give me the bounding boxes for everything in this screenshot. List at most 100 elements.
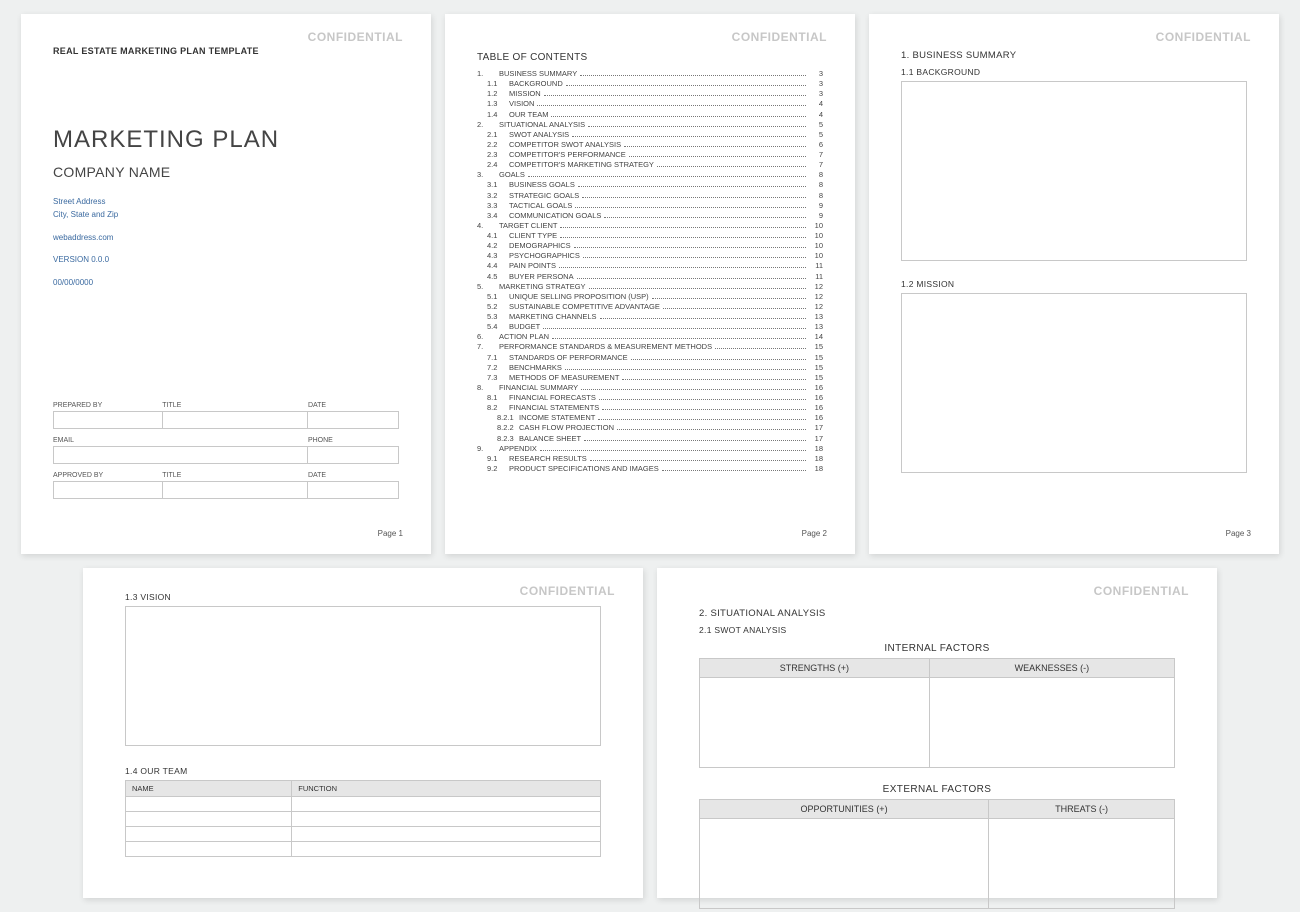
swot-strengths-cell[interactable] (700, 678, 930, 768)
toc-entry[interactable]: 3.4COMMUNICATION GOALS9 (477, 211, 823, 221)
background-box[interactable] (901, 81, 1247, 261)
toc-leader (560, 234, 806, 239)
toc-entry[interactable]: 1.1BACKGROUND3 (477, 79, 823, 89)
toc-entry[interactable]: 3.GOALS8 (477, 170, 823, 180)
prepared-title-cell[interactable] (162, 412, 307, 428)
toc-entry[interactable]: 1.BUSINESS SUMMARY3 (477, 69, 823, 79)
toc-entry[interactable]: 2.4COMPETITOR'S MARKETING STRATEGY7 (477, 160, 823, 170)
team-name-cell[interactable] (126, 797, 292, 812)
toc-page: 3 (809, 89, 823, 99)
toc-leader (565, 365, 806, 370)
toc-page: 10 (809, 251, 823, 261)
toc-entry[interactable]: 8.1FINANCIAL FORECASTS16 (477, 393, 823, 403)
toc-entry[interactable]: 7.3METHODS OF MEASUREMENT15 (477, 373, 823, 383)
prepared-by-cell[interactable] (53, 412, 162, 428)
team-name-cell[interactable] (126, 827, 292, 842)
toc-leader (624, 142, 806, 147)
swot-threats-cell[interactable] (989, 819, 1175, 909)
toc-label: STRATEGIC GOALS (509, 191, 579, 201)
toc-page: 10 (809, 221, 823, 231)
toc-page: 15 (809, 353, 823, 363)
toc-leader (560, 223, 806, 228)
swot-opportunities-cell[interactable] (700, 819, 989, 909)
toc-entry[interactable]: 4.4PAIN POINTS11 (477, 261, 823, 271)
toc-entry[interactable]: 4.3PSYCHOGRAPHICS10 (477, 251, 823, 261)
team-name-cell[interactable] (126, 812, 292, 827)
toc-entry[interactable]: 5.1UNIQUE SELLING PROPOSITION (USP)12 (477, 292, 823, 302)
toc-entry[interactable]: 8.2.2CASH FLOW PROJECTION17 (477, 423, 823, 433)
team-function-cell[interactable] (292, 842, 601, 857)
toc-entry[interactable]: 2.2COMPETITOR SWOT ANALYSIS6 (477, 140, 823, 150)
prepared-date-cell[interactable] (307, 412, 398, 428)
toc-entry[interactable]: 1.2MISSION3 (477, 89, 823, 99)
toc-entry[interactable]: 1.3VISION4 (477, 99, 823, 109)
toc-leader (528, 173, 806, 178)
toc-entry[interactable]: 4.1CLIENT TYPE10 (477, 231, 823, 241)
toc-entry[interactable]: 4.2DEMOGRAPHICS10 (477, 241, 823, 251)
page-1: CONFIDENTIAL REAL ESTATE MARKETING PLAN … (21, 14, 431, 554)
toc-page: 9 (809, 211, 823, 221)
toc-page: 12 (809, 302, 823, 312)
toc-leader (574, 244, 806, 249)
approved-date-cell[interactable] (307, 482, 398, 498)
toc-number: 4.4 (477, 261, 509, 271)
toc-entry[interactable]: 2.SITUATIONAL ANALYSIS5 (477, 120, 823, 130)
toc-entry[interactable]: 7.1STANDARDS OF PERFORMANCE15 (477, 353, 823, 363)
toc-page: 18 (809, 444, 823, 454)
toc-leader (622, 375, 806, 380)
toc-entry[interactable]: 3.1BUSINESS GOALS8 (477, 180, 823, 190)
toc-entry[interactable]: 4.5BUYER PERSONA11 (477, 272, 823, 282)
toc-number: 1.2 (477, 89, 509, 99)
vision-box[interactable] (125, 606, 601, 746)
toc-leader (577, 274, 806, 279)
swot-internal-block: INTERNAL FACTORS STRENGTHS (+) WEAKNESSE… (699, 639, 1175, 768)
toc-entry[interactable]: 9.2PRODUCT SPECIFICATIONS AND IMAGES18 (477, 464, 823, 474)
toc-entry[interactable]: 8.2FINANCIAL STATEMENTS16 (477, 403, 823, 413)
toc-leader (604, 213, 806, 218)
toc-entry[interactable]: 5.MARKETING STRATEGY12 (477, 282, 823, 292)
toc-leader (652, 294, 806, 299)
toc-page: 12 (809, 292, 823, 302)
toc-entry[interactable]: 2.3COMPETITOR'S PERFORMANCE7 (477, 150, 823, 160)
team-function-cell[interactable] (292, 827, 601, 842)
toc-entry[interactable]: 4.TARGET CLIENT10 (477, 221, 823, 231)
email-cell[interactable] (53, 447, 307, 463)
toc-entry[interactable]: 8.2.1INCOME STATEMENT16 (477, 413, 823, 423)
approved-title-cell[interactable] (162, 482, 307, 498)
toc-entry[interactable]: 5.4BUDGET13 (477, 322, 823, 332)
toc-entry[interactable]: 9.APPENDIX18 (477, 444, 823, 454)
toc-entry[interactable]: 7.PERFORMANCE STANDARDS & MEASUREMENT ME… (477, 342, 823, 352)
team-header-name: NAME (126, 781, 292, 797)
toc-label: CLIENT TYPE (509, 231, 557, 241)
toc-entry[interactable]: 5.2SUSTAINABLE COMPETITIVE ADVANTAGE12 (477, 302, 823, 312)
toc-entry[interactable]: 6.ACTION PLAN14 (477, 332, 823, 342)
toc-leader (581, 385, 806, 390)
toc-entry[interactable]: 3.2STRATEGIC GOALS8 (477, 191, 823, 201)
toc-label: SWOT ANALYSIS (509, 130, 569, 140)
swot-weaknesses-cell[interactable] (929, 678, 1174, 768)
toc-entry[interactable]: 8.FINANCIAL SUMMARY16 (477, 383, 823, 393)
toc-leader (559, 264, 806, 269)
team-function-cell[interactable] (292, 797, 601, 812)
swot-external-title: EXTERNAL FACTORS (699, 780, 1175, 799)
toc-entry[interactable]: 3.3TACTICAL GOALS9 (477, 201, 823, 211)
toc-leader (629, 153, 806, 158)
toc-entry[interactable]: 1.4OUR TEAM4 (477, 110, 823, 120)
toc-entry[interactable]: 9.1RESEARCH RESULTS18 (477, 454, 823, 464)
toc-number: 4. (477, 221, 499, 231)
toc-entry[interactable]: 2.1SWOT ANALYSIS5 (477, 130, 823, 140)
toc-label: COMMUNICATION GOALS (509, 211, 601, 221)
toc-entry[interactable]: 5.3MARKETING CHANNELS13 (477, 312, 823, 322)
toc-entry[interactable]: 7.2BENCHMARKS15 (477, 363, 823, 373)
team-name-cell[interactable] (126, 842, 292, 857)
toc-label: BALANCE SHEET (519, 434, 581, 444)
toc-entry[interactable]: 8.2.3BALANCE SHEET17 (477, 434, 823, 444)
team-function-cell[interactable] (292, 812, 601, 827)
phone-cell[interactable] (307, 447, 398, 463)
toc-page: 3 (809, 69, 823, 79)
toc-number: 2.1 (477, 130, 509, 140)
toc-leader (598, 416, 806, 421)
mission-box[interactable] (901, 293, 1247, 473)
approved-by-cell[interactable] (53, 482, 162, 498)
toc-number: 1.3 (477, 99, 509, 109)
